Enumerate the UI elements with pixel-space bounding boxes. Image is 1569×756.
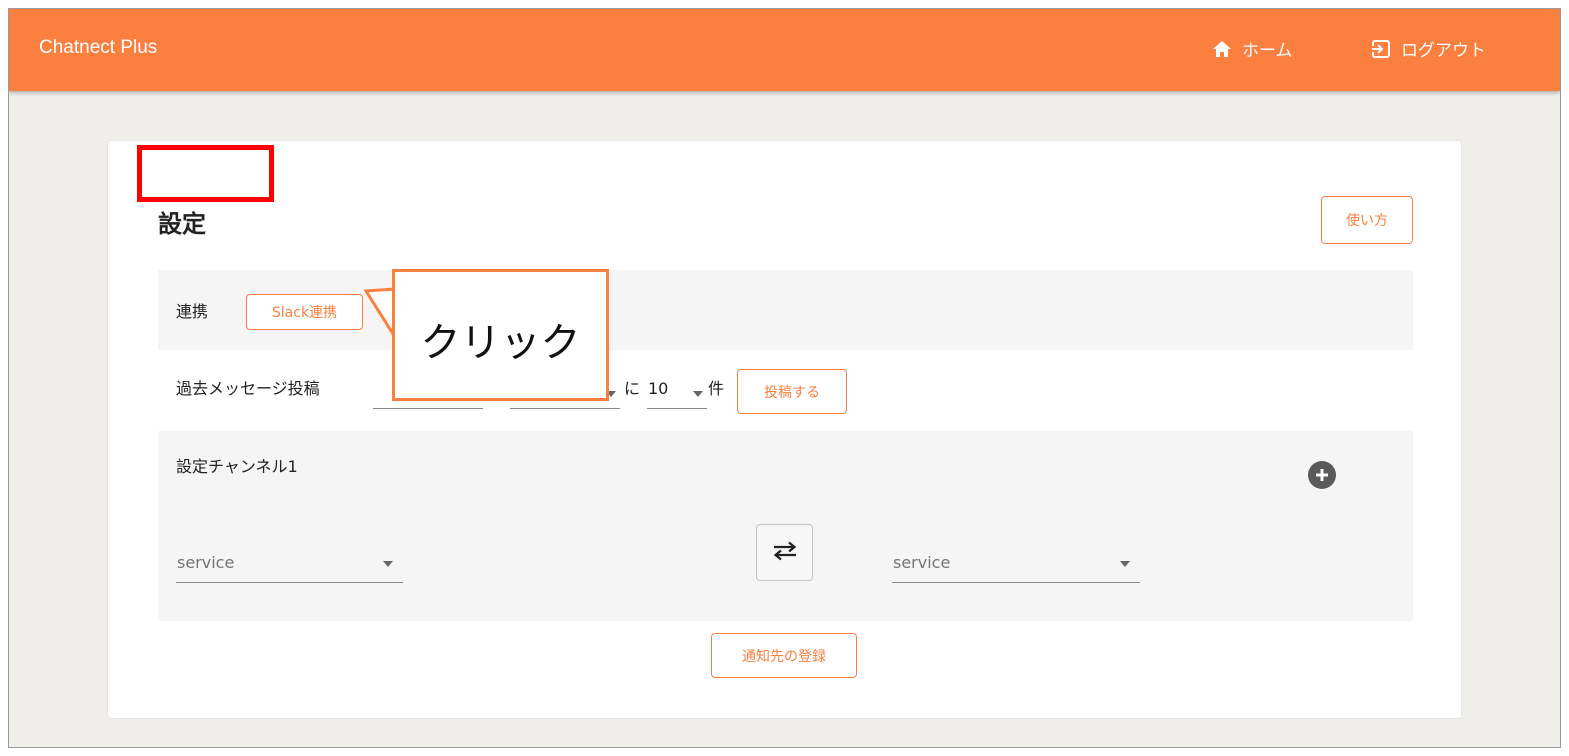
ken-label: 件 [708,379,725,398]
post-button[interactable]: 投稿する [737,369,847,414]
home-icon [1212,40,1232,58]
help-button[interactable]: 使い方 [1321,196,1413,244]
ni-label: に [624,379,641,398]
home-label: ホーム [1242,41,1293,61]
logout-link[interactable]: ログアウト [1371,36,1486,61]
arrow-drop-down-icon [383,561,393,567]
slack-link-button[interactable]: Slack連携 [246,294,363,330]
swap-horiz-icon [772,541,798,565]
callout-text: クリック [420,320,581,366]
click-callout: クリック [392,269,609,401]
page-title: 設定 [158,210,206,238]
logout-icon [1371,39,1391,59]
app-bar: Chatnect Plus ホーム ログアウト [9,9,1560,91]
post-count-value: 10 [648,379,669,398]
link-label: 連携 [176,302,209,321]
home-link[interactable]: ホーム [1212,36,1293,61]
app-window: Chatnect Plus ホーム ログアウト 設定 使い方 連携 Slack連… [8,8,1561,748]
app-title: Chatnect Plus [39,37,158,58]
arrow-drop-down-icon [693,391,703,397]
left-service-placeholder: service [177,553,235,572]
past-messages-label: 過去メッセージ投稿 [176,379,320,398]
arrow-drop-down-icon [1120,561,1130,567]
left-service-select[interactable]: service [176,541,403,583]
swap-button[interactable] [756,524,813,581]
right-service-placeholder: service [893,553,951,572]
settings-card: 設定 使い方 連携 Slack連携 過去メッセージ投稿 に 10 件 投稿する … [107,140,1462,719]
highlight-box [137,145,274,202]
link-row: 連携 Slack連携 [158,270,1413,350]
post-count-select[interactable]: 10 [647,381,707,409]
register-notification-button[interactable]: 通知先の登録 [711,633,857,678]
add-circle-icon[interactable] [1308,461,1336,489]
logout-label: ログアウト [1401,41,1486,61]
right-service-select[interactable]: service [892,541,1140,583]
channel-panel: 設定チャンネル1 service service [158,431,1413,621]
channel-title: 設定チャンネル1 [176,457,298,476]
